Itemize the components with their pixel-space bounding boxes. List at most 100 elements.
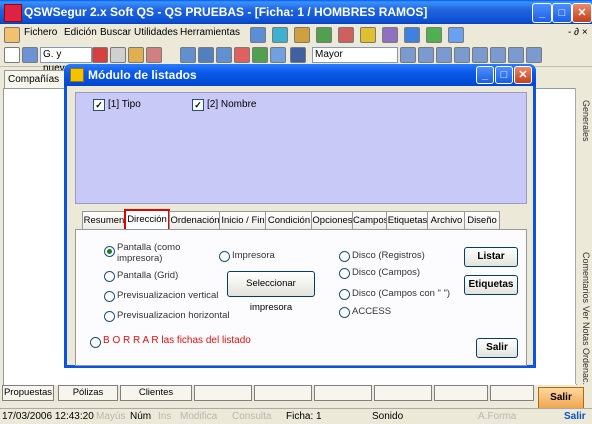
radio-prev-vertical[interactable] [104,291,115,302]
seleccionar-impresora-button[interactable]: Seleccionar impresora [227,271,315,313]
paste-icon[interactable] [128,47,144,63]
tab-condicion[interactable]: Condición [265,211,313,230]
tab-empty-1[interactable] [194,385,252,401]
listar-button[interactable]: Listar [464,247,518,267]
undo-icon[interactable] [146,47,162,63]
option-prev-vertical-label: Previsualizacion vertical [117,290,219,301]
tool-h-icon[interactable] [526,47,542,63]
tab-resumen[interactable]: Resumen [82,211,126,230]
status-salir[interactable]: Salir [564,411,586,422]
web-icon[interactable] [448,27,464,43]
menu-herramientas[interactable]: Herramientas [180,27,240,38]
tab-archivo[interactable]: Archivo [427,211,466,230]
find-icon[interactable] [270,47,286,63]
tab-empty-2[interactable] [254,385,312,401]
calc-icon[interactable] [272,27,288,43]
etiquetas-button[interactable]: Etiquetas [464,275,518,295]
word-icon[interactable] [404,27,420,43]
status-consulta: Consulta [232,411,272,422]
tab-ordenac[interactable]: Ordenac. [577,348,591,385]
help-icon[interactable] [250,27,266,43]
maximize-button[interactable]: □ [552,3,572,23]
main-salir-button[interactable]: Salir [538,387,584,409]
tool-c-icon[interactable] [436,47,452,63]
tool-e-icon[interactable] [472,47,488,63]
radio-disco-campos-con[interactable] [339,289,350,300]
option-pantalla-impresora-label: Pantalla (como impresora) [117,242,180,264]
minimize-button[interactable]: _ [532,3,552,23]
cut-icon[interactable] [92,47,108,63]
next-record-icon[interactable] [216,47,232,63]
order-select[interactable]: Mayor [312,47,398,63]
tab-propuestas[interactable]: Propuestas [2,385,54,401]
tab-empty-4[interactable] [374,385,432,401]
tab-diseno[interactable]: Diseño [464,211,500,230]
option-disco-campos-con-label: Disco (Campos con " ") [352,288,451,299]
dialog-minimize-button[interactable]: _ [476,66,494,84]
folder-icon[interactable] [294,27,310,43]
tool-b-icon[interactable] [418,47,434,63]
gear-icon[interactable] [382,27,398,43]
copy-icon[interactable] [110,47,126,63]
mdi-minimize[interactable]: - ∂ × [568,27,588,38]
tab-polizas[interactable]: Pólizas [58,385,118,401]
tab-opciones[interactable]: Opciones [311,211,354,230]
tab-ordenacion[interactable]: Ordenación [169,211,221,230]
status-ficha: Ficha: 1 [286,411,322,422]
tab-comentarios[interactable]: Comentarios [577,252,591,303]
close-button[interactable]: ✕ [572,3,592,23]
tool-f-icon[interactable] [490,47,506,63]
view-select[interactable]: G. y nueva [40,47,92,74]
grid-icon[interactable] [290,47,306,63]
radio-access[interactable] [339,307,350,318]
tab-generales[interactable]: Generales [577,100,591,142]
radio-borrar[interactable] [90,337,101,348]
option-pantalla-line1: Pantalla (como [117,242,181,253]
tool-a-icon[interactable] [400,47,416,63]
tool-d-icon[interactable] [454,47,470,63]
radio-disco-campos[interactable] [339,268,350,279]
tool-g-icon[interactable] [508,47,524,63]
tab-empty-3[interactable] [314,385,372,401]
new-doc-icon[interactable] [4,47,20,63]
first-record-icon[interactable] [180,47,196,63]
tab-ver-notas[interactable]: Ver Notas [577,306,591,346]
dialog-close-button[interactable]: ✕ [514,66,532,84]
app-icon [4,4,22,22]
dialog-maximize-button[interactable]: □ [495,66,513,84]
tab-clientes[interactable]: Clientes [120,385,192,401]
tab-empty-6[interactable] [490,385,534,401]
add-icon[interactable] [252,47,268,63]
tab-companias[interactable]: Compañías [4,70,69,90]
save-icon[interactable] [22,47,38,63]
dialog-salir-button[interactable]: Salir [476,338,518,358]
app-menu-icon[interactable] [4,27,20,43]
radio-pantalla-grid[interactable] [104,271,115,282]
tab-empty-5[interactable] [434,385,488,401]
radio-prev-horizontal[interactable] [104,311,115,322]
tab-campos[interactable]: Campos [352,211,388,230]
menu-edicion[interactable]: Edición [64,27,97,38]
menu-bar: Fichero Edición Buscar Utilidades Herram… [0,24,592,44]
status-modifica: Modifica [180,411,218,422]
smile-icon[interactable] [360,27,376,43]
field-1-checkbox[interactable]: ✓ [93,99,105,111]
borrar-rest-text: las fichas del listado [161,335,251,346]
delete-icon[interactable] [234,47,250,63]
field-2-checkbox[interactable]: ✓ [192,99,204,111]
menu-fichero[interactable]: Fichero [24,27,57,38]
tab-etiquetas[interactable]: Etiquetas [386,211,429,230]
status-mayus: Mayús [96,411,126,422]
selected-fields-list[interactable] [75,92,527,204]
menu-buscar[interactable]: Buscar [100,27,131,38]
radio-disco-registros[interactable] [339,251,350,262]
radio-impresora[interactable] [219,251,230,262]
tab-inicio-fin[interactable]: Inicio / Fin [219,211,267,230]
field-2-label: [2] Nombre [207,99,257,110]
excel-icon[interactable] [426,27,442,43]
chart-icon[interactable] [316,27,332,43]
radio-pantalla-impresora[interactable] [104,246,115,257]
menu-utilidades[interactable]: Utilidades [134,27,178,38]
prev-record-icon[interactable] [198,47,214,63]
clock-icon[interactable] [338,27,354,43]
